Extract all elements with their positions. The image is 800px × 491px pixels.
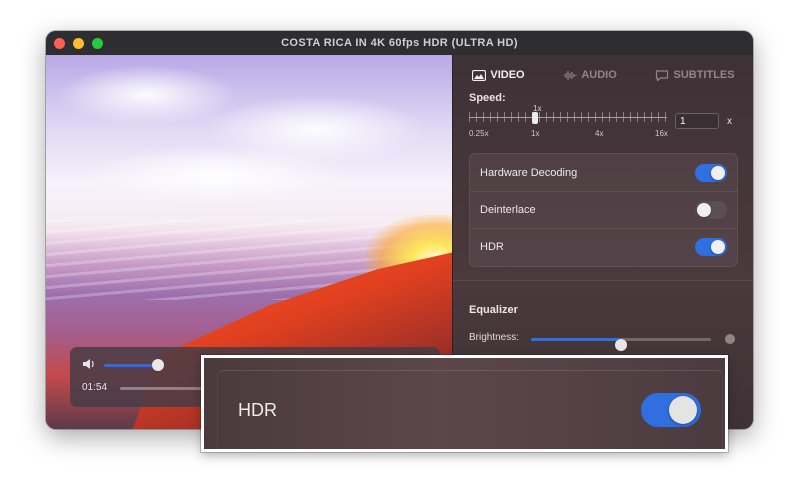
speed-scale-label: 16x <box>655 129 668 138</box>
elapsed-time: 01:54 <box>82 382 108 393</box>
brightness-row: Brightness: <box>469 332 739 351</box>
hardware-decoding-toggle[interactable] <box>695 163 727 182</box>
hdr-zoom-callout: HDR <box>201 355 728 452</box>
volume-slider-thumb[interactable] <box>152 359 164 371</box>
close-window-button[interactable] <box>54 38 65 49</box>
deinterlace-toggle[interactable] <box>695 201 727 219</box>
speed-slider-thumb[interactable] <box>532 112 538 124</box>
speed-scale-label: 1x <box>531 129 540 138</box>
deinterlace-label: Deinterlace <box>480 204 536 216</box>
tab-video[interactable]: VIDEO <box>472 69 525 81</box>
speed-scale-label: 0.25x <box>469 129 489 138</box>
window-title: COSTA RICA IN 4K 60fps HDR (ULTRA HD) <box>281 37 518 49</box>
speech-bubble-icon <box>656 69 669 81</box>
brightness-reset-button[interactable] <box>725 334 735 344</box>
video-toggles-group: Hardware Decoding Deinterlace HDR <box>469 153 738 267</box>
brightness-slider[interactable] <box>531 338 711 351</box>
speed-value-input[interactable]: 1 <box>675 113 719 129</box>
speaker-icon[interactable] <box>82 358 96 370</box>
zoom-window-button[interactable] <box>92 38 103 49</box>
minimize-window-button[interactable] <box>73 38 84 49</box>
speed-scale-label: 4x <box>595 129 604 138</box>
hardware-decoding-label: Hardware Decoding <box>480 166 578 179</box>
hdr-toggle[interactable] <box>695 238 727 256</box>
toggle-row-hardware-decoding: Hardware Decoding <box>470 154 737 191</box>
waveform-icon <box>563 70 577 80</box>
image-icon <box>472 69 487 81</box>
tab-video-label: VIDEO <box>490 69 525 81</box>
traffic-lights <box>54 38 103 49</box>
volume-slider[interactable] <box>104 364 158 367</box>
speed-slider[interactable] <box>469 117 667 118</box>
section-divider <box>453 280 753 281</box>
speed-unit: x <box>727 116 732 127</box>
tab-audio-label: AUDIO <box>581 69 617 81</box>
speed-label: Speed: <box>469 92 506 104</box>
toggle-row-deinterlace: Deinterlace <box>470 191 737 228</box>
settings-tabs: VIDEO AUDIO SUBTITLES <box>453 55 753 95</box>
toggle-row-hdr: HDR <box>470 228 737 265</box>
title-bar: COSTA RICA IN 4K 60fps HDR (ULTRA HD) <box>46 31 753 56</box>
hdr-label: HDR <box>480 241 504 253</box>
brightness-label: Brightness: <box>469 332 520 343</box>
tab-subtitles-label: SUBTITLES <box>673 69 735 81</box>
callout-hdr-label: HDR <box>238 400 277 420</box>
tab-audio[interactable]: AUDIO <box>563 69 617 81</box>
callout-hdr-toggle[interactable] <box>641 393 701 427</box>
brightness-slider-thumb[interactable] <box>615 339 627 351</box>
tab-subtitles[interactable]: SUBTITLES <box>655 69 735 81</box>
equalizer-title: Equalizer <box>469 304 518 316</box>
